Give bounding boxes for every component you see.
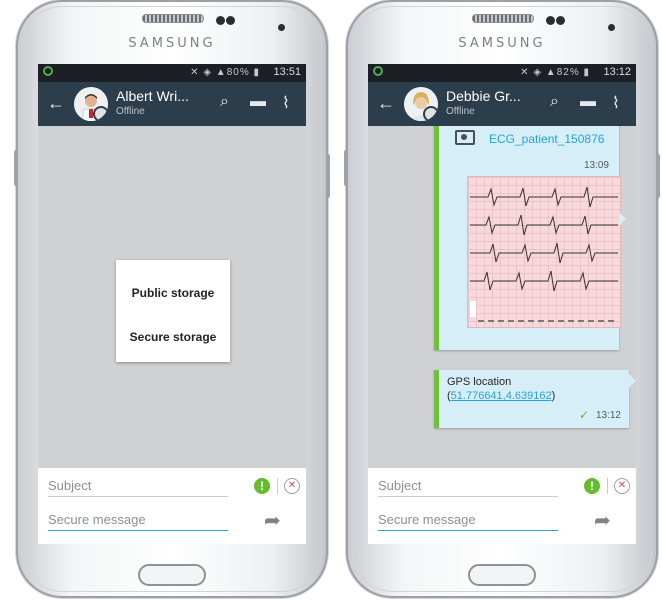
search-icon[interactable]: ⌕ — [550, 93, 559, 111]
attachment-icon[interactable]: ⌇ — [282, 93, 290, 113]
subject-field[interactable]: Subject — [48, 478, 228, 497]
sensor-icon — [226, 16, 235, 25]
check-icon: ✓ — [578, 408, 589, 422]
power-key — [326, 154, 330, 198]
public-storage-option[interactable]: Public storage — [116, 286, 230, 300]
attachment-filename[interactable]: ECG_patient_150876 — [489, 132, 604, 146]
battery-level: 82% — [556, 67, 580, 78]
status-time: 13:51 — [273, 66, 301, 78]
ecg-trace-image — [470, 186, 618, 322]
back-arrow-icon[interactable]: ← — [47, 93, 65, 114]
contact-name[interactable]: Debbie Gr... — [446, 88, 521, 104]
priority-icon[interactable]: ! — [254, 478, 270, 494]
attachment-icon[interactable]: ⌇ — [612, 93, 620, 113]
presence-badge — [423, 106, 438, 121]
gps-location-message[interactable]: GPS location (51.776641,4.639162) ✓ 13:1… — [434, 370, 636, 428]
home-button[interactable] — [138, 564, 206, 586]
status-icons: ✕ ◈ ▲82% ▮ — [520, 67, 590, 78]
chat-header: ← Debbie Gr... Offline ⌕ ▬ ⌇ — [368, 82, 636, 126]
chat-area: ECG_patient_150876 13:09 GPS location (5… — [368, 126, 636, 468]
secure-message-field[interactable]: Secure message — [378, 512, 558, 531]
divider — [607, 478, 608, 494]
contact-card-icon[interactable]: ▬ — [580, 93, 596, 111]
volume-key — [14, 150, 18, 186]
volume-key — [344, 150, 348, 186]
brand-logo: SAMSUNG — [128, 36, 216, 51]
message-composer: Subject ! ✕ Secure message ➦ — [38, 468, 306, 544]
avatar[interactable] — [74, 87, 108, 121]
front-camera-icon — [216, 16, 225, 25]
message-timestamp: 13:12 — [595, 410, 621, 421]
proximity-sensor-icon — [608, 24, 615, 31]
power-key — [656, 154, 660, 198]
contact-status: Offline — [116, 106, 145, 117]
battery-level: 80% — [226, 67, 250, 78]
contact-status: Offline — [446, 106, 475, 117]
send-icon[interactable]: ➦ — [264, 508, 281, 533]
subject-field[interactable]: Subject — [378, 478, 558, 497]
contact-name[interactable]: Albert Wri... — [116, 88, 189, 104]
send-icon[interactable]: ➦ — [594, 508, 611, 533]
bubble-tail — [619, 212, 626, 226]
status-time: 13:12 — [603, 66, 631, 78]
message-timestamp: 13:09 — [583, 160, 609, 171]
carrier-icon — [43, 66, 53, 76]
carrier-icon — [373, 66, 383, 76]
camera-icon — [455, 130, 475, 145]
ecg-thumbnail[interactable] — [467, 176, 621, 328]
storage-dialog: Public storage Secure storage — [116, 260, 230, 362]
secure-message-field[interactable]: Secure message — [48, 512, 228, 531]
expiry-icon[interactable]: ✕ — [284, 478, 300, 494]
phone-screen: ✕ ◈ ▲82% ▮ 13:12 ← Debbie Gr... Offline … — [368, 64, 636, 544]
proximity-sensor-icon — [278, 24, 285, 31]
chat-area: Public storage Secure storage — [38, 126, 306, 468]
divider — [277, 478, 278, 494]
ecg-attachment-message[interactable]: ECG_patient_150876 13:09 — [434, 126, 626, 350]
right-phone: SAMSUNG ✕ ◈ ▲82% ▮ 13:12 ← Debbie Gr... … — [344, 0, 660, 598]
status-bar: ✕ ◈ ▲82% ▮ 13:12 — [368, 64, 636, 82]
message-composer: Subject ! ✕ Secure message ➦ — [368, 468, 636, 544]
earpiece-speaker — [472, 14, 534, 23]
status-icons: ✕ ◈ ▲80% ▮ — [190, 67, 260, 78]
front-camera-icon — [546, 16, 555, 25]
gps-coordinates-line: (51.776641,4.639162) — [447, 390, 556, 402]
status-bar: ✕ ◈ ▲80% ▮ 13:51 — [38, 64, 306, 82]
left-phone: SAMSUNG ✕ ◈ ▲80% ▮ 13:51 ← Albert Wri...… — [14, 0, 330, 598]
gps-coordinates-link[interactable]: 51.776641,4.639162 — [451, 390, 552, 402]
phone-screen: ✕ ◈ ▲80% ▮ 13:51 ← Albert Wri... Offline… — [38, 64, 306, 544]
earpiece-speaker — [142, 14, 204, 23]
back-arrow-icon[interactable]: ← — [377, 93, 395, 114]
priority-icon[interactable]: ! — [584, 478, 600, 494]
presence-badge — [93, 106, 108, 121]
secure-storage-option[interactable]: Secure storage — [116, 330, 230, 344]
home-button[interactable] — [468, 564, 536, 586]
brand-logo: SAMSUNG — [458, 36, 546, 51]
search-icon[interactable]: ⌕ — [220, 93, 229, 111]
avatar[interactable] — [404, 87, 438, 121]
sensor-icon — [556, 16, 565, 25]
bubble-tail — [629, 374, 636, 388]
chat-header: ← Albert Wri... Offline ⌕ ▬ ⌇ — [38, 82, 306, 126]
expiry-icon[interactable]: ✕ — [614, 478, 630, 494]
gps-label: GPS location — [447, 376, 512, 388]
contact-card-icon[interactable]: ▬ — [250, 93, 266, 111]
